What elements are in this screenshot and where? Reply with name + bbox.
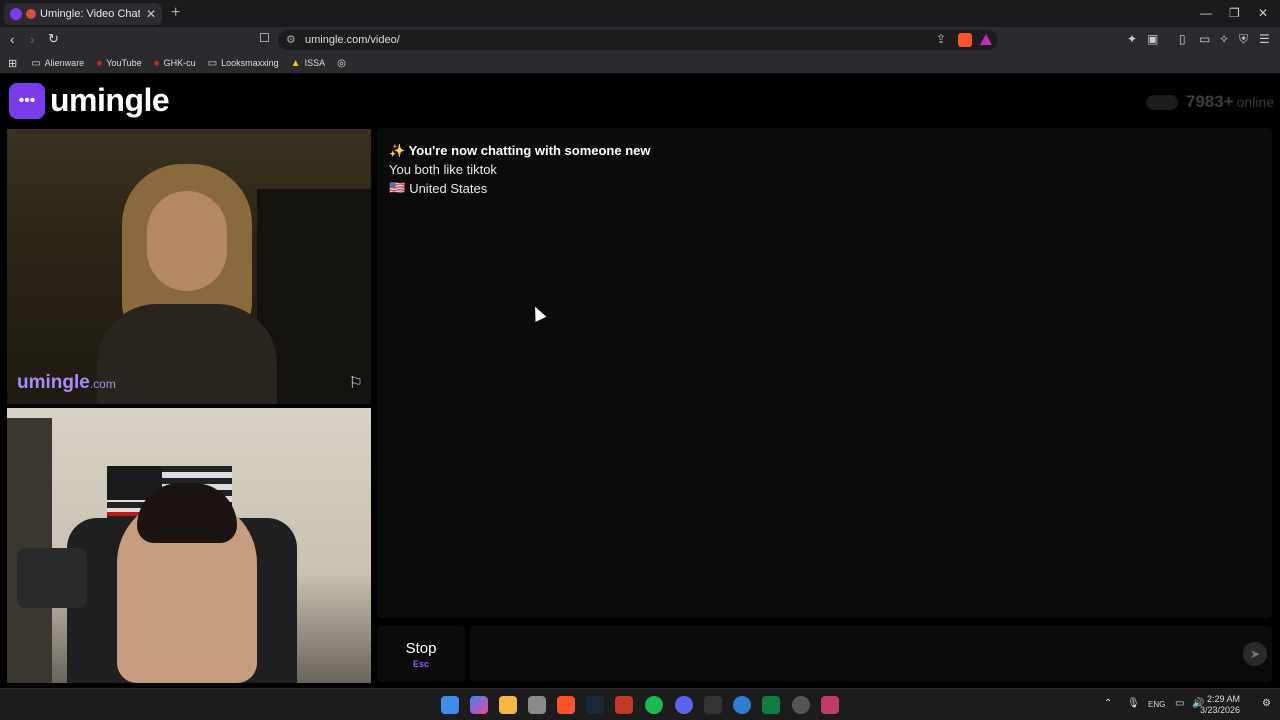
back-icon[interactable]: ‹ — [10, 31, 15, 47]
browser-toolbar: ‹ › ↻ ☐ ⚙ umingle.com/video/ ⇪ ✦ ▣ ▯ ▭ ✧… — [0, 27, 1280, 53]
forward-icon[interactable]: › — [30, 31, 35, 47]
close-window-icon[interactable]: ✕ — [1258, 6, 1268, 20]
stranger-shirt — [97, 304, 277, 404]
message-input[interactable] — [470, 626, 1272, 682]
copilot-icon[interactable] — [470, 696, 488, 714]
bookmark-label: GHK-cu — [163, 58, 196, 68]
clock-time: 2:29 AM — [1206, 694, 1240, 704]
stranger-face — [147, 191, 227, 291]
blue-app-icon[interactable] — [733, 696, 751, 714]
browser-tab[interactable]: Umingle: Video Chat with Str ✕ — [4, 3, 162, 25]
bookmarks-bar: ⊞ ▭ Alienware ● YouTube ● GHK-cu ▭ Looksmaxx… — [0, 53, 1280, 73]
epic-games-icon[interactable] — [704, 696, 722, 714]
new-tab-button[interactable]: + — [171, 4, 180, 22]
video-watermark: umingle.com — [17, 372, 116, 394]
vpn-icon[interactable]: ⛨ — [1239, 32, 1248, 47]
close-tab-icon[interactable]: ✕ — [146, 7, 156, 21]
steam-icon[interactable] — [586, 696, 604, 714]
recording-icon — [26, 9, 36, 19]
brave-rewards-icon[interactable] — [980, 34, 992, 45]
tab-search-icon[interactable]: ▭ — [1199, 32, 1210, 46]
minimize-icon[interactable]: — — [1200, 6, 1212, 20]
microphone — [17, 548, 87, 608]
spotify-icon[interactable] — [645, 696, 663, 714]
sidebar-icon[interactable]: ▯ — [1179, 32, 1186, 46]
send-icon[interactable]: ➤ — [1243, 642, 1267, 666]
watermark-suffix: .com — [89, 377, 116, 391]
restore-icon[interactable]: ❐ — [1229, 6, 1240, 20]
system-clock[interactable]: 2:29 AM 3/23/2026 — [1200, 694, 1240, 716]
bookmark-looksmaxxing[interactable]: ▭ Looksmaxxing — [208, 58, 279, 69]
discord-icon[interactable] — [675, 696, 693, 714]
logo-text: umingle — [50, 82, 170, 118]
apps-grid-icon[interactable]: ⊞ — [8, 57, 17, 70]
chat-bubble-icon: ••• — [9, 82, 45, 119]
issa-icon: ▲ — [290, 57, 301, 69]
bookmark-youtube[interactable]: ● YouTube — [96, 58, 141, 69]
app-icon[interactable] — [792, 696, 810, 714]
bookmark-label: YouTube — [106, 58, 142, 68]
bookmark-globe[interactable]: ◎ — [337, 58, 350, 69]
wallet-icon[interactable]: ▣ — [1147, 32, 1158, 46]
roblox-icon[interactable] — [615, 696, 633, 714]
chat-status-message: ✨ You're now chatting with someone new — [389, 143, 651, 158]
bookmark-label: Looksmaxxing — [221, 58, 279, 68]
stop-button[interactable]: Stop Esc — [377, 626, 465, 682]
online-count: 7983+ — [1185, 92, 1234, 111]
watermark-text: umingle — [17, 372, 90, 393]
self-video — [7, 408, 371, 683]
store-icon[interactable] — [528, 696, 546, 714]
online-counter: 7983+ online — [1145, 92, 1274, 112]
globe-icon: ◎ — [337, 57, 346, 69]
file-explorer-icon[interactable] — [499, 696, 517, 714]
theme-toggle[interactable] — [1145, 94, 1178, 110]
reload-icon[interactable]: ↻ — [48, 31, 59, 47]
xbox-icon[interactable] — [762, 696, 780, 714]
youtube-icon: ● — [153, 57, 160, 69]
bookmark-icon[interactable]: ☐ — [259, 31, 270, 45]
report-flag-icon[interactable]: ⚐ — [349, 373, 363, 393]
stranger-video: umingle.com ⚐ — [7, 129, 371, 404]
browser-tab-strip: Umingle: Video Chat with Str ✕ + — ❐ ✕ — [0, 0, 1280, 27]
bookmark-label: ISSA — [304, 58, 326, 68]
us-flag-icon: 🇺🇸 — [389, 180, 406, 195]
tab-title: Umingle: Video Chat with Str — [40, 8, 140, 20]
url-text: umingle.com/video/ — [305, 34, 400, 46]
umingle-page: ••• umingle 7983+ online umingle.com ⚐ ✨… — [0, 73, 1280, 685]
leo-ai-icon[interactable]: ✧ — [1219, 32, 1229, 46]
windows-taskbar: ⌃ 🎙 ENG ▭ 🔊 2:29 AM 3/23/2026 ⚙ — [0, 688, 1280, 720]
network-icon[interactable]: ▭ — [1175, 698, 1184, 709]
notification-icon[interactable]: ⚙ — [1262, 698, 1271, 709]
microphone-icon[interactable]: 🎙 — [1127, 698, 1140, 709]
stop-label: Stop — [405, 639, 437, 657]
youtube-icon: ● — [96, 57, 103, 69]
clock-date: 3/23/2026 — [1199, 705, 1240, 715]
windows-start-icon[interactable] — [441, 696, 459, 714]
brave-shields-icon[interactable] — [958, 33, 972, 47]
site-logo[interactable]: ••• umingle — [9, 82, 170, 119]
menu-icon[interactable]: ☰ — [1259, 32, 1270, 46]
stop-shortcut: Esc — [412, 658, 429, 669]
umingle-favicon-icon — [10, 8, 22, 20]
bookmark-issa[interactable]: ▲ ISSA — [291, 58, 325, 69]
country-name: United States — [409, 180, 488, 196]
bookmark-label: Alienware — [44, 58, 85, 68]
folder-icon: ▭ — [31, 57, 41, 69]
bookmark-alienware[interactable]: ▭ Alienware — [31, 58, 84, 69]
site-info-icon[interactable]: ⚙ — [286, 33, 296, 46]
chat-interests-message: You both like tiktok — [389, 162, 497, 177]
folder-icon: ▭ — [207, 57, 218, 69]
address-bar[interactable]: ⚙ umingle.com/video/ ⇪ — [278, 30, 998, 50]
extensions-icon[interactable]: ✦ — [1127, 32, 1137, 46]
share-icon[interactable]: ⇪ — [936, 32, 946, 46]
bookmark-ghk-cu[interactable]: ● GHK-cu — [154, 58, 196, 69]
language-indicator[interactable]: ENG — [1148, 700, 1165, 709]
epic-launcher-icon[interactable] — [821, 696, 839, 714]
tray-overflow-icon[interactable]: ⌃ — [1104, 698, 1112, 709]
mouse-cursor-icon — [529, 304, 547, 322]
chat-country-message: 🇺🇸 United States — [389, 180, 487, 196]
chat-log: ✨ You're now chatting with someone new Y… — [377, 128, 1272, 618]
online-label: online — [1236, 94, 1274, 110]
brave-browser-icon[interactable] — [557, 696, 575, 714]
